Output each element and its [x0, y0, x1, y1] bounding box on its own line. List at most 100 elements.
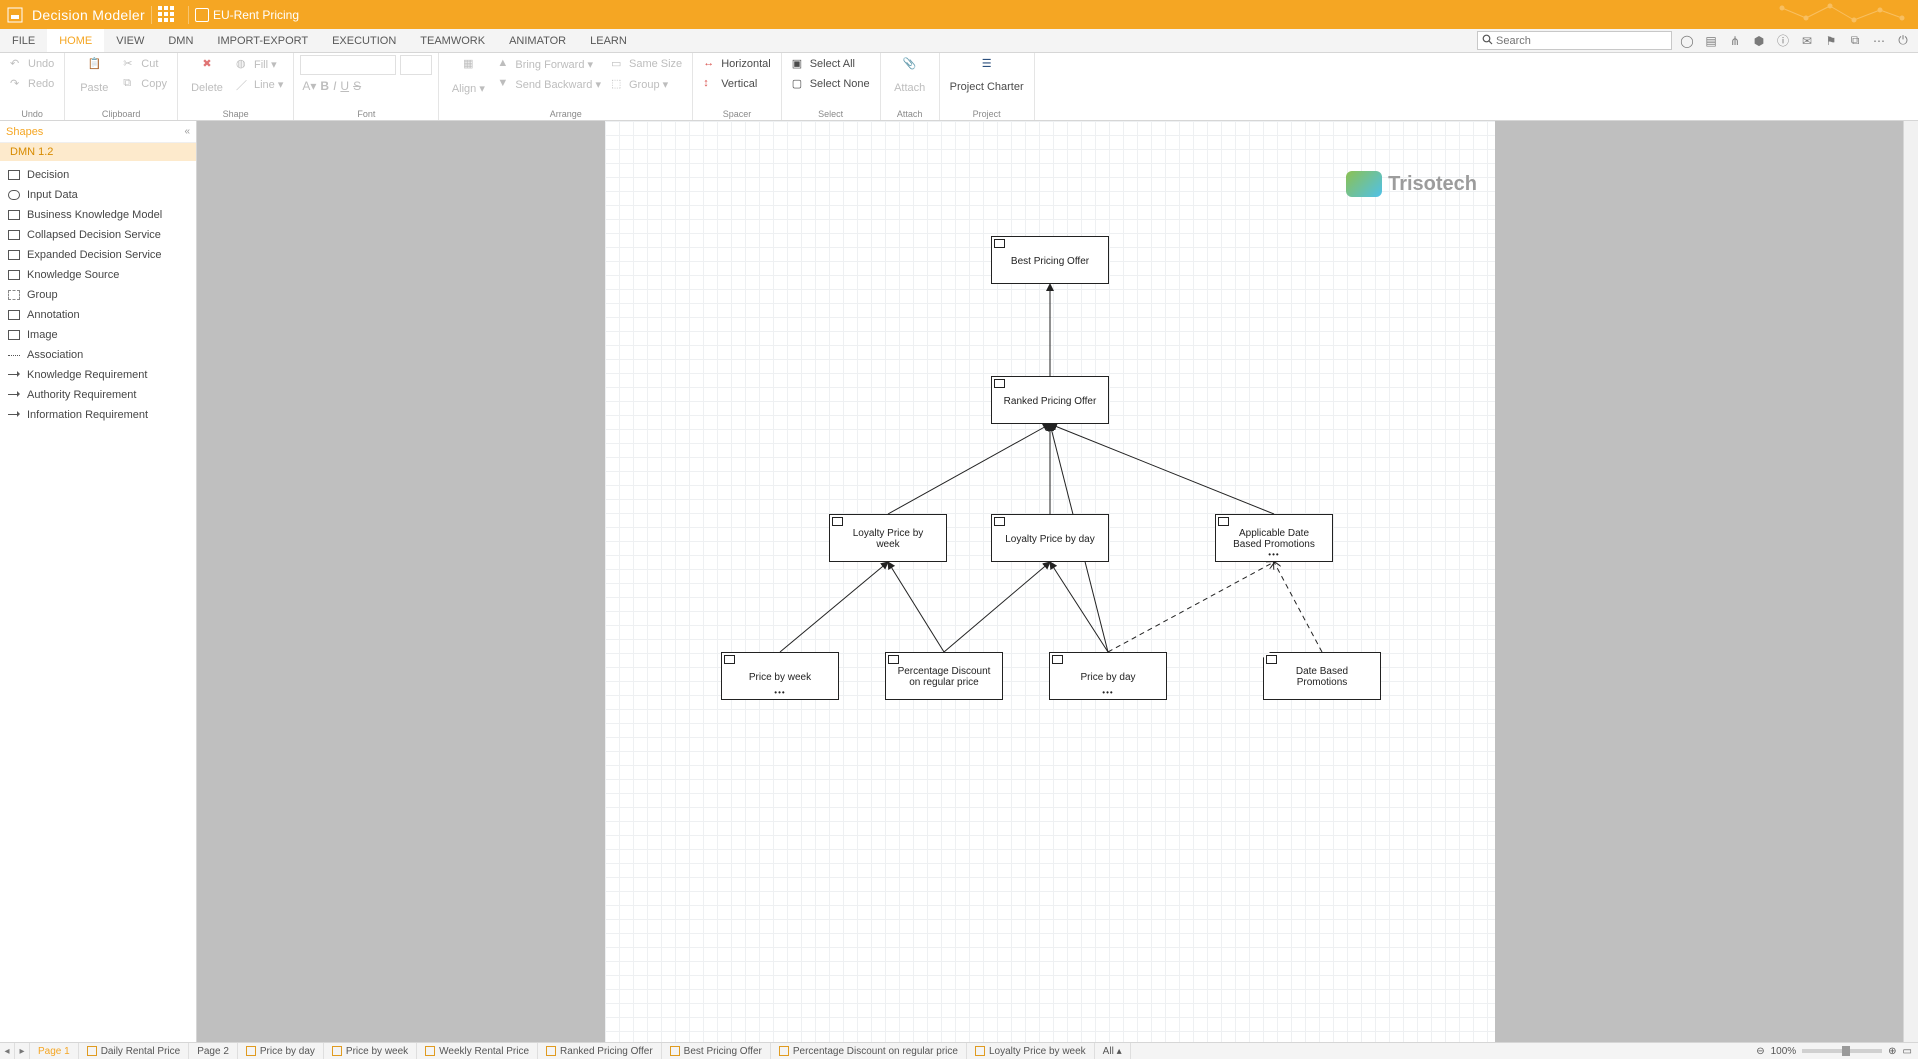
diagram-node[interactable]: Price by week••• — [721, 652, 839, 700]
shape-item[interactable]: Decision — [0, 165, 196, 185]
page-tab[interactable]: Page 1 — [30, 1043, 79, 1059]
italic-button[interactable]: I — [333, 79, 336, 93]
menu-tab-home[interactable]: HOME — [47, 29, 104, 52]
font-family-select[interactable] — [300, 55, 396, 75]
shape-item[interactable]: Information Requirement — [0, 405, 196, 425]
page-tab[interactable]: Daily Rental Price — [79, 1043, 189, 1059]
shape-item[interactable]: Expanded Decision Service — [0, 245, 196, 265]
shape-item[interactable]: Annotation — [0, 305, 196, 325]
vertical-spacer-button[interactable]: ↕Vertical — [699, 75, 775, 93]
shape-item[interactable]: Business Knowledge Model — [0, 205, 196, 225]
fork-icon[interactable]: ⋔ — [1726, 32, 1744, 50]
shape-item[interactable]: Knowledge Source — [0, 265, 196, 285]
page-tab[interactable]: Ranked Pricing Offer — [538, 1043, 662, 1059]
bold-button[interactable]: B — [320, 79, 329, 93]
page-tab[interactable]: Weekly Rental Price — [417, 1043, 538, 1059]
shape-item[interactable]: Input Data — [0, 185, 196, 205]
select-none-button[interactable]: ▢Select None — [788, 75, 874, 93]
zoom-in-button[interactable]: ⊕ — [1888, 1046, 1896, 1057]
chat-icon[interactable]: ✉ — [1798, 32, 1816, 50]
menu-tab-file[interactable]: FILE — [0, 29, 47, 52]
attach-button[interactable]: 📎Attach — [887, 55, 933, 96]
shape-item[interactable]: Image — [0, 325, 196, 345]
cut-button[interactable]: ✂Cut — [119, 55, 171, 73]
font-size-select[interactable] — [400, 55, 432, 75]
menu-tab-dmn[interactable]: DMN — [156, 29, 205, 52]
shape-item[interactable]: Authority Requirement — [0, 385, 196, 405]
hierarchy-icon[interactable]: ⬢ — [1750, 32, 1768, 50]
diagram-node[interactable]: Loyalty Price by day — [991, 514, 1109, 562]
diagram-node[interactable]: Date Based Promotions — [1263, 652, 1381, 700]
bring-forward-button[interactable]: ▲Bring Forward ▾ — [493, 55, 605, 73]
strike-button[interactable]: S — [353, 79, 361, 93]
redo-button[interactable]: ↷Redo — [6, 75, 58, 93]
delete-button[interactable]: ✖Delete — [184, 55, 230, 96]
copy-button[interactable]: ⧉Copy — [119, 75, 171, 93]
undo-button[interactable]: ↶Undo — [6, 55, 58, 73]
menu-tab-import-export[interactable]: IMPORT-EXPORT — [205, 29, 320, 52]
book-icon[interactable]: ▤ — [1702, 32, 1720, 50]
underline-button[interactable]: U — [340, 79, 349, 93]
same-size-button[interactable]: ▭Same Size — [607, 55, 686, 73]
all-tabs-button[interactable]: All ▴ — [1095, 1043, 1131, 1059]
menu-tab-view[interactable]: VIEW — [104, 29, 156, 52]
menu-tab-execution[interactable]: EXECUTION — [320, 29, 408, 52]
page-tab[interactable]: Price by week — [324, 1043, 417, 1059]
menu-tab-teamwork[interactable]: TEAMWORK — [408, 29, 497, 52]
page-tab-icon — [332, 1046, 342, 1056]
shape-item[interactable]: Knowledge Requirement — [0, 365, 196, 385]
diagram-node[interactable]: Percentage Discount on regular price — [885, 652, 1003, 700]
align-button[interactable]: ▦Align ▾ — [445, 55, 491, 97]
project-charter-button[interactable]: ☰Project Charter — [946, 55, 1028, 95]
overflow-icon[interactable]: ⋯ — [1870, 32, 1888, 50]
shape-item[interactable]: Collapsed Decision Service — [0, 225, 196, 245]
power-icon[interactable]: ⏻ — [1894, 32, 1912, 50]
shapes-header[interactable]: Shapes « — [0, 121, 196, 143]
page-tab-icon — [87, 1046, 97, 1056]
send-backward-button[interactable]: ▼Send Backward ▾ — [493, 75, 605, 93]
search-input[interactable] — [1496, 35, 1667, 47]
font-color-button[interactable]: A▾ — [302, 79, 316, 93]
diagram-node[interactable]: Applicable Date Based Promotions••• — [1215, 514, 1333, 562]
globe-icon[interactable]: ◯ — [1678, 32, 1696, 50]
vertical-scrollbar[interactable] — [1903, 121, 1918, 1042]
info-icon[interactable]: ⓘ — [1774, 32, 1792, 50]
line-button[interactable]: ／Line ▾ — [232, 75, 287, 93]
horizontal-spacer-button[interactable]: ↔Horizontal — [699, 55, 775, 73]
tab-nav-next[interactable]: ▸ — [15, 1043, 30, 1059]
zoom-out-button[interactable]: ⊖ — [1756, 1046, 1764, 1057]
diagram-node[interactable]: Ranked Pricing Offer — [991, 376, 1109, 424]
shape-glyph-icon — [8, 170, 20, 180]
menu-tab-learn[interactable]: LEARN — [578, 29, 639, 52]
page-tab[interactable]: Percentage Discount on regular price — [771, 1043, 967, 1059]
fit-page-button[interactable]: ▭ — [1903, 1046, 1912, 1057]
select-all-button[interactable]: ▣Select All — [788, 55, 874, 73]
app-switcher-icon[interactable] — [158, 6, 176, 24]
diagram-node[interactable]: Price by day••• — [1049, 652, 1167, 700]
search-box[interactable] — [1477, 31, 1672, 50]
shape-item[interactable]: Association — [0, 345, 196, 365]
document-title[interactable]: EU-Rent Pricing — [195, 8, 299, 22]
ribbon-group-undo: ↶Undo ↷Redo Undo — [0, 53, 65, 120]
shape-item[interactable]: Group — [0, 285, 196, 305]
flag-icon[interactable]: ⚑ — [1822, 32, 1840, 50]
tab-nav-prev[interactable]: ◂ — [0, 1043, 15, 1059]
shapes-panel: Shapes « DMN 1.2 DecisionInput DataBusin… — [0, 121, 197, 1042]
canvas-area[interactable]: Trisotech Best Pricing OfferRanked Prici… — [197, 121, 1903, 1042]
diagram-node[interactable]: Best Pricing Offer — [991, 236, 1109, 284]
page-tab[interactable]: Page 2 — [189, 1043, 238, 1059]
copy-icon[interactable]: ⧉ — [1846, 32, 1864, 50]
page-tab[interactable]: Price by day — [238, 1043, 324, 1059]
page-tab[interactable]: Best Pricing Offer — [662, 1043, 771, 1059]
menu-tab-animator[interactable]: ANIMATOR — [497, 29, 578, 52]
shapes-section[interactable]: DMN 1.2 — [0, 143, 196, 161]
ribbon: ↶Undo ↷Redo Undo 📋Paste ✂Cut ⧉Copy Clipb… — [0, 53, 1918, 121]
copy-icon: ⧉ — [123, 77, 137, 91]
paste-button[interactable]: 📋Paste — [71, 55, 117, 96]
fill-button[interactable]: ◍Fill ▾ — [232, 55, 287, 73]
diagram-node[interactable]: Loyalty Price by week — [829, 514, 947, 562]
zoom-slider[interactable] — [1802, 1049, 1882, 1053]
page-tab[interactable]: Loyalty Price by week — [967, 1043, 1095, 1059]
collapse-icon[interactable]: « — [184, 126, 190, 137]
group-button[interactable]: ⬚Group ▾ — [607, 75, 686, 93]
